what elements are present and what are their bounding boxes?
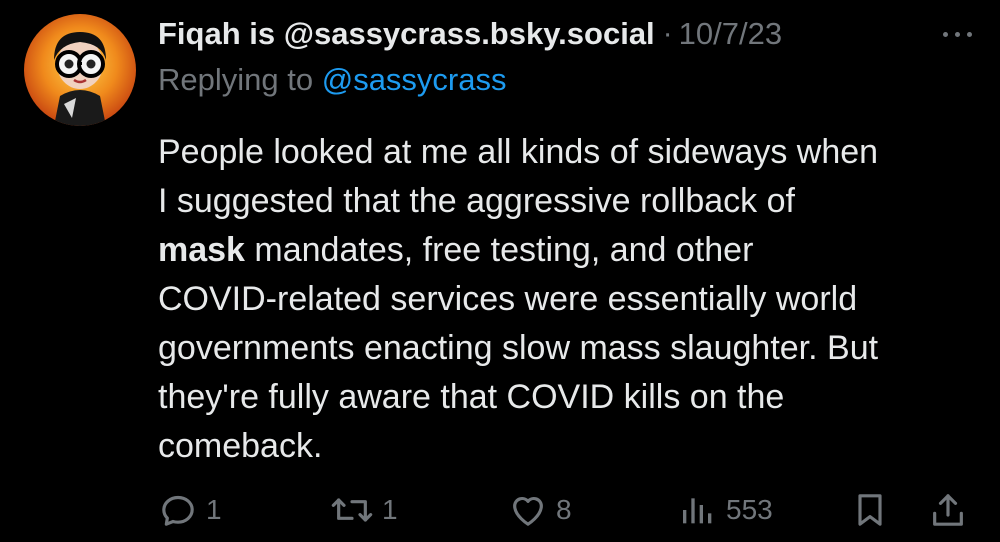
tweet-actions: 1 1 8 553 (158, 486, 988, 534)
analytics-icon (683, 498, 712, 524)
tweet-header: Fiqah is @sassycrass.bsky.social · 10/7/… (158, 14, 988, 54)
bookmark-button[interactable] (850, 486, 890, 534)
retweet-button[interactable]: 1 (330, 486, 398, 534)
tweet-text-line: mask mandates, free testing, and other (158, 226, 988, 275)
display-name[interactable]: Fiqah is @sassycrass.bsky.social (158, 16, 655, 52)
text-segment: they're fully aware that COVID kills on … (158, 378, 785, 416)
reply-button[interactable]: 1 (158, 486, 222, 534)
reply-handle-link[interactable]: @sassycrass (322, 62, 507, 97)
replying-to: Replying to @sassycrass (158, 62, 507, 98)
avatar-image (24, 14, 136, 126)
tweet-text-line: I suggested that the aggressive rollback… (158, 177, 988, 226)
text-segment: comeback. (158, 427, 323, 465)
share-icon (933, 494, 963, 526)
tweet[interactable]: Fiqah is @sassycrass.bsky.social · 10/7/… (0, 0, 1000, 542)
reply-count: 1 (206, 494, 222, 525)
tweet-text-line: comeback. (158, 422, 988, 471)
text-segment: I suggested that the aggressive rollback… (158, 182, 795, 220)
highlighted-term: mask (158, 231, 245, 269)
replying-to-label: Replying to (158, 62, 322, 97)
bookmark-icon (858, 494, 882, 526)
avatar[interactable] (24, 14, 136, 126)
text-segment: COVID-related services were essentially … (158, 280, 858, 318)
retweet-icon (331, 498, 373, 522)
tweet-text-line: People looked at me all kinds of sideway… (158, 128, 988, 177)
more-icon[interactable] (932, 18, 982, 50)
heart-icon (513, 496, 543, 526)
text-segment: People looked at me all kinds of sideway… (158, 133, 879, 171)
like-button[interactable]: 8 (508, 486, 572, 534)
views-count: 553 (726, 494, 773, 525)
text-segment: mandates, free testing, and other (244, 231, 754, 269)
tweet-date[interactable]: 10/7/23 (679, 16, 782, 52)
header-separator: · (662, 17, 673, 50)
tweet-text-line: COVID-related services were essentially … (158, 275, 988, 324)
reply-icon (162, 495, 194, 526)
retweet-count: 1 (382, 494, 398, 525)
tweet-text-line: governments enacting slow mass slaughter… (158, 324, 988, 373)
views-button[interactable]: 553 (678, 486, 773, 534)
like-count: 8 (556, 494, 572, 525)
tweet-text: People looked at me all kinds of sideway… (158, 128, 988, 471)
tweet-text-line: they're fully aware that COVID kills on … (158, 373, 988, 422)
text-segment: governments enacting slow mass slaughter… (158, 329, 879, 367)
share-button[interactable] (928, 486, 968, 534)
